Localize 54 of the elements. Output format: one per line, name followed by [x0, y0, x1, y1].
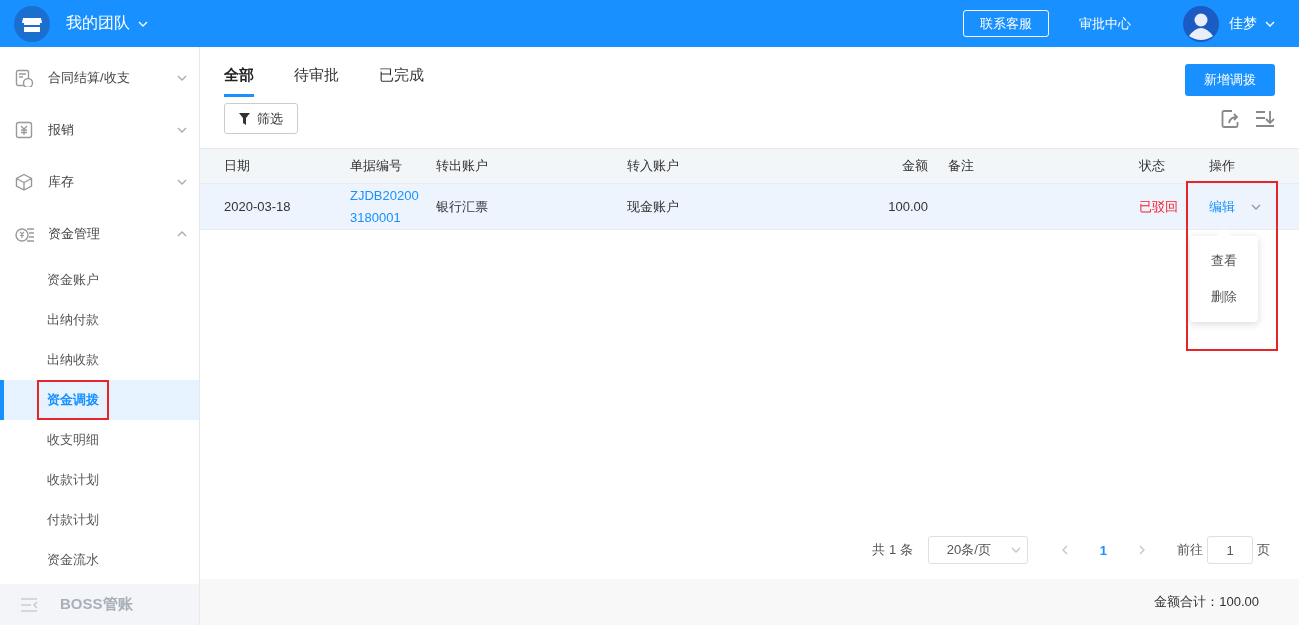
sidebar-subitem[interactable]: 收支明细 — [0, 420, 199, 460]
chevron-down-icon — [138, 20, 148, 27]
coin-list-icon — [15, 225, 35, 243]
goto-label: 前往 — [1177, 541, 1203, 559]
tab[interactable]: 已完成 — [379, 64, 424, 97]
menu-item[interactable]: 删除 — [1190, 279, 1258, 315]
sidebar-item[interactable]: 库存 — [0, 156, 199, 208]
filter-icon — [239, 112, 250, 125]
sidebar-subitem[interactable]: 资金账户 — [0, 260, 199, 300]
amount-total: 金额合计：100.00 — [1154, 593, 1259, 611]
tab[interactable]: 待审批 — [294, 64, 339, 97]
table-row[interactable]: 2020-03-18 ZJDB202003180001 银行汇票 现金账户 100.00 已驳回 编辑 — [200, 183, 1299, 230]
sidebar-item[interactable]: 报销 — [0, 104, 199, 156]
column-header: 状态 — [1139, 157, 1166, 175]
filter-button[interactable]: 筛选 — [224, 103, 298, 134]
total-count: 共 1 条 — [872, 541, 913, 559]
document-icon — [15, 69, 35, 87]
status-label: 已驳回 — [1139, 198, 1178, 214]
chevron-right-icon — [1139, 545, 1145, 555]
column-header: 转入账户 — [627, 157, 680, 175]
sort-icon — [1255, 108, 1275, 129]
chevron-down-icon — [1010, 547, 1021, 553]
table-cell-text: 100.00 — [887, 199, 928, 214]
table-cell-text: 2020-03-18 — [223, 199, 292, 214]
chevron-down-icon — [1251, 203, 1261, 210]
column-header: 备注 — [947, 157, 975, 175]
chevron-down-icon — [1265, 20, 1275, 27]
sidebar-subitem[interactable]: 收款计划 — [0, 460, 199, 500]
page-suffix: 页 — [1257, 541, 1270, 559]
store-icon — [14, 5, 50, 42]
sidebar-subitem[interactable]: 出纳收款 — [0, 340, 199, 380]
column-header: 操作 — [1209, 157, 1236, 175]
sidebar-subitem[interactable]: 付款计划 — [0, 500, 199, 540]
currency-icon — [15, 121, 35, 139]
goto-page-field[interactable]: 1 — [1207, 536, 1253, 564]
collapse-icon — [20, 597, 38, 612]
column-header: 转出账户 — [436, 157, 489, 175]
box-icon — [15, 173, 35, 191]
page-size-select[interactable]: 20条/页 — [927, 536, 1028, 564]
sidebar-item[interactable]: 合同结算/收支 — [0, 52, 199, 104]
avatar-icon — [1183, 5, 1219, 42]
table-cell-text: 现金账户 — [627, 197, 680, 216]
export-icon — [1221, 108, 1241, 129]
highlight-box: 资金调拨 — [39, 382, 107, 418]
table-cell-text: 银行汇票 — [436, 197, 489, 216]
column-header: 日期 — [223, 157, 251, 175]
column-header: 单据编号 — [350, 157, 403, 175]
column-header: 金额 — [901, 157, 928, 175]
tab[interactable]: 全部 — [224, 64, 254, 97]
menu-item[interactable]: 查看 — [1190, 243, 1258, 279]
sidebar-item[interactable]: 资金管理 — [0, 208, 199, 260]
sidebar-subitem[interactable]: 出纳付款 — [0, 300, 199, 340]
chevron-left-icon — [1061, 545, 1068, 555]
sidebar-subitem[interactable]: 资金流水 — [0, 540, 199, 580]
